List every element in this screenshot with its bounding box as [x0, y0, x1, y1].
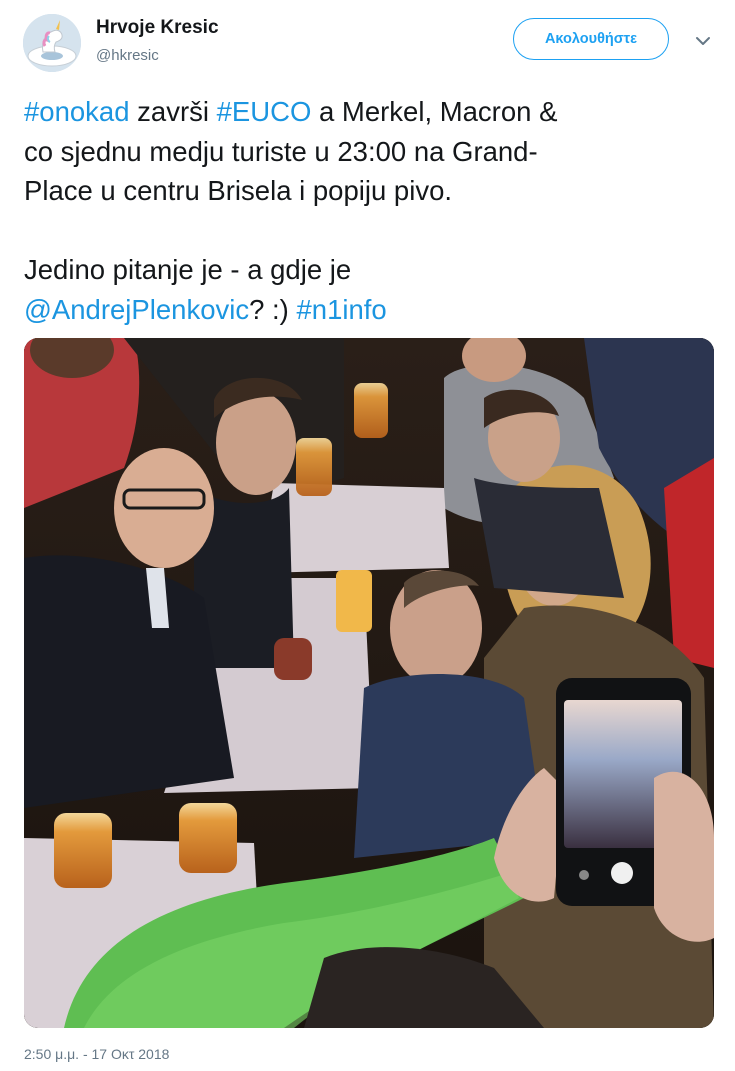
tweet-header: Hrvoje Kresic @hkresic Ακολουθήστε [0, 0, 735, 90]
tweet-line: Jedino pitanje je - a gdje je [24, 254, 352, 285]
photo-image [24, 338, 714, 1028]
tweet-text: #onokad završi #EUCO a Merkel, Macron & … [24, 92, 714, 329]
tweet-line: Place u centru Brisela i popiju pivo. [24, 175, 453, 206]
hashtag-link[interactable]: #onokad [24, 96, 130, 127]
chevron-down-icon[interactable] [694, 32, 712, 50]
tweet-photo[interactable] [24, 338, 714, 1028]
tweet-line: #onokad završi #EUCO a Merkel, Macron & [24, 92, 714, 132]
hashtag-link[interactable]: #EUCO [217, 96, 312, 127]
tweet-timestamp[interactable]: 2:50 μ.μ. - 17 Οκτ 2018 [24, 1046, 169, 1062]
follow-button[interactable]: Ακολουθήστε [513, 18, 669, 60]
tweet-text-segment: a Merkel, Macron & [311, 96, 558, 127]
avatar[interactable] [23, 14, 81, 72]
unicorn-float-avatar-icon [23, 14, 81, 72]
tweet-line: co sjednu medju turiste u 23:00 na Grand… [24, 135, 538, 167]
display-name[interactable]: Hrvoje Kresic [96, 17, 219, 39]
hashtag-link[interactable]: #n1info [296, 294, 386, 325]
tweet-text-segment: završi [129, 96, 217, 127]
mention-link[interactable]: @AndrejPlenkovic [24, 294, 249, 325]
username-handle[interactable]: @hkresic [96, 47, 159, 64]
tweet-text-segment: ? :) [249, 293, 297, 325]
tweet-line: @AndrejPlenkovic? :) #n1info [24, 290, 714, 330]
